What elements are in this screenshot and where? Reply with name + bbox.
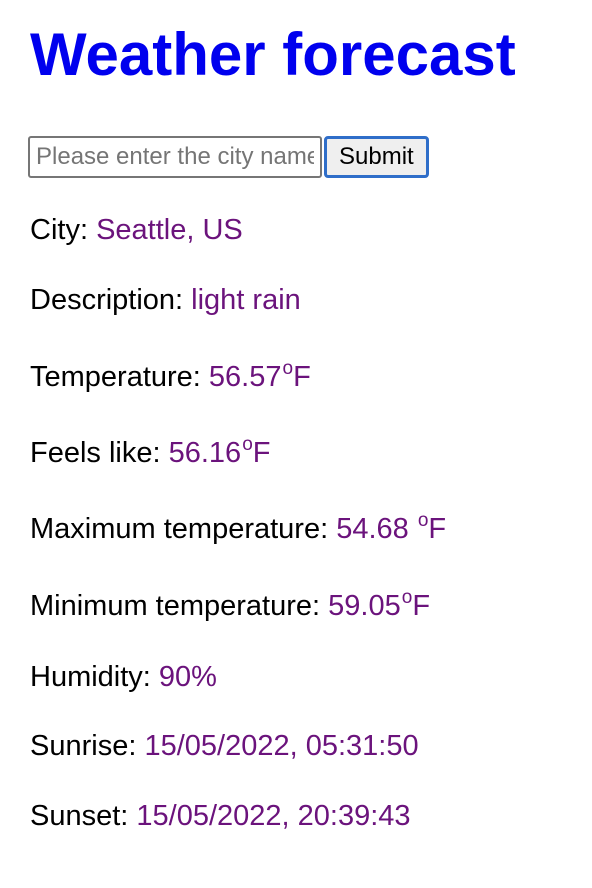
city-input[interactable] xyxy=(28,136,322,178)
temperature-label: Temperature: xyxy=(30,361,209,393)
sunset-row: Sunset: 15/05/2022, 20:39:43 xyxy=(30,799,411,833)
sunset-label: Sunset: xyxy=(30,800,137,832)
min-temperature-unit: F xyxy=(412,590,431,622)
humidity-row: Humidity: 90% xyxy=(30,660,217,694)
description-label: Description: xyxy=(30,284,192,316)
city-value: Seattle, US xyxy=(96,214,243,246)
search-form: Submit xyxy=(28,136,429,178)
min-temperature-number: 59.05 xyxy=(328,590,401,622)
degree-symbol: o xyxy=(282,358,294,379)
degree-symbol: o xyxy=(417,510,429,531)
submit-button[interactable]: Submit xyxy=(324,136,429,178)
degree-symbol: o xyxy=(401,587,413,608)
temperature-value: 56.57oF xyxy=(208,358,311,393)
degree-symbol: o xyxy=(242,434,253,455)
feels-like-label: Feels like: xyxy=(30,437,169,469)
description-value: light rain xyxy=(191,284,301,316)
sunrise-value: 15/05/2022, 05:31:50 xyxy=(144,730,419,762)
min-temperature-value: 59.05oF xyxy=(328,587,431,622)
sunrise-label: Sunrise: xyxy=(30,730,145,762)
temperature-row: Temperature: 56.57oF xyxy=(30,358,311,398)
temperature-unit: F xyxy=(293,361,311,393)
sunset-value: 15/05/2022, 20:39:43 xyxy=(136,800,411,832)
feels-like-unit: F xyxy=(252,437,271,469)
max-temperature-row: Maximum temperature: 54.68 oF xyxy=(30,510,447,550)
feels-like-row: Feels like: 56.16oF xyxy=(30,434,271,474)
description-row: Description: light rain xyxy=(30,283,301,317)
page-title: Weather forecast xyxy=(30,21,516,88)
max-temperature-unit: F xyxy=(428,513,447,545)
max-temperature-label: Maximum temperature: xyxy=(30,513,337,545)
humidity-label: Humidity: xyxy=(30,661,159,693)
feels-like-value: 56.16oF xyxy=(168,434,271,469)
feels-like-number: 56.16 xyxy=(168,437,242,469)
city-label: City: xyxy=(30,214,97,246)
max-temperature-value: 54.68 oF xyxy=(336,510,447,545)
temperature-number: 56.57 xyxy=(208,361,282,393)
city-row: City: Seattle, US xyxy=(30,213,243,247)
sunrise-row: Sunrise: 15/05/2022, 05:31:50 xyxy=(30,729,419,763)
humidity-value: 90% xyxy=(158,661,217,693)
max-temperature-number: 54.68 xyxy=(336,513,417,545)
min-temperature-label: Minimum temperature: xyxy=(30,590,329,622)
min-temperature-row: Minimum temperature: 59.05oF xyxy=(30,587,431,627)
